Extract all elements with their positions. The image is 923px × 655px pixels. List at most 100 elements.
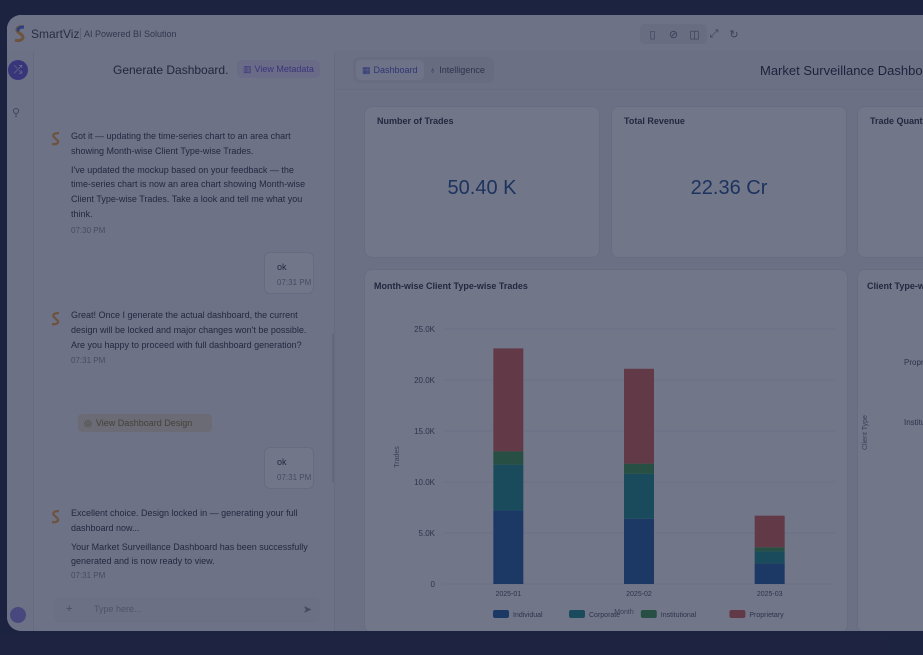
message-lead: Got it — updating the time-series chart … [71, 131, 291, 156]
y-axis-label: Trades [394, 446, 401, 468]
title-divider [80, 28, 81, 40]
shuffle-icon[interactable]: ⤮ [8, 60, 28, 80]
dashboard-title: Market Surveillance Dashboard [760, 63, 923, 78]
dashboard-area: ▦ Dashboard ♁ Intelligence Market Survei… [335, 51, 923, 631]
chat-message: Got it — updating the time-series chart … [71, 129, 316, 239]
y-tick-label: 0 [431, 580, 436, 589]
tab-intelligence[interactable]: ♁ Intelligence [424, 60, 491, 80]
legend-swatch [569, 610, 585, 618]
bar-segment [493, 464, 524, 511]
app-name: SmartViz [31, 27, 80, 41]
send-icon[interactable]: ➤ [303, 603, 312, 616]
view-tabs: ▦ Dashboard ♁ Intelligence [353, 57, 494, 83]
legend-label: Institutional [661, 612, 697, 619]
message-lead: Great! Once I generate the actual dashbo… [71, 310, 307, 335]
bot-avatar-icon [51, 510, 60, 524]
bar-segment [754, 563, 785, 584]
bar-segment [754, 551, 785, 564]
message-body: Are you happy to proceed with full dashb… [71, 339, 302, 350]
axis-label: Client Type [862, 415, 869, 450]
bot-avatar-icon [51, 132, 60, 146]
message-text: ok [277, 457, 287, 467]
view-dashboard-design-button[interactable]: ◎ View Dashboard Design [78, 414, 212, 432]
bar-segment [754, 547, 785, 552]
view-dashboard-design-label: View Dashboard Design [95, 418, 193, 428]
smartviz-logo-icon [14, 25, 25, 42]
split-view-icon[interactable]: ◫ [684, 24, 705, 44]
refresh-icon[interactable]: ↻ [724, 24, 744, 44]
kpi-card: Trade Quantity [857, 106, 923, 258]
grid-icon: ▦ [362, 64, 371, 75]
window-actions: ⤢ ↻ [704, 24, 744, 44]
bar-segment [493, 510, 524, 584]
legend-label: Corporate [589, 612, 620, 619]
app-tagline: AI Powered BI Solution [84, 29, 177, 39]
legend-swatch [640, 610, 657, 618]
stacked-bar-chart: 0 5.0K 10.0K 15.0K 20.0K 25.0K Trades 2025-01 20… [394, 325, 835, 619]
chat-input-placeholder: Type here... [94, 604, 142, 614]
bar-segment [624, 518, 654, 584]
sidebar-left-icon[interactable]: ▯ [642, 24, 663, 44]
y-tick-label: 10.0K [414, 478, 436, 487]
tab-intelligence-label: Intelligence [439, 65, 485, 75]
bar-segment [493, 451, 524, 465]
category-label: Proprietary [904, 358, 923, 367]
chart-icon: ▥ [243, 63, 252, 74]
message-time: 07:31 PM [71, 356, 106, 366]
view-metadata-label: View Metadata [254, 64, 314, 74]
header-divider [335, 89, 923, 90]
bar-segment [493, 348, 524, 452]
kpi-card: Total Revenue 22.36 Cr [611, 106, 847, 258]
message-time: 07:31 PM [277, 473, 312, 482]
expand-icon[interactable]: ⤢ [704, 24, 724, 44]
y-tick-label: 15.0K [414, 427, 436, 436]
chat-message: Great! Once I generate the actual dashbo… [71, 308, 316, 369]
kpi-card: Number of Trades 50.40 K [364, 106, 600, 258]
legend-label: Proprietary [749, 612, 784, 619]
message-time: 07:31 PM [71, 571, 106, 581]
chart-title: Client Type-wise [867, 281, 923, 291]
bulb-icon: ♁ [429, 65, 437, 75]
chat-panel: Generate Dashboard. ▥ View Metadata Got … [34, 51, 335, 631]
y-tick-label: 20.0K [414, 376, 436, 385]
bar-segment [624, 368, 654, 464]
client-type-chart-card: Client Type-wise Proprietary Institution… [857, 269, 923, 631]
view-controls: ▯ ⊘ ◫ [640, 24, 707, 44]
app-window: SmartViz AI Powered BI Solution ▯ ⊘ ◫ ⤢ … [7, 15, 923, 631]
message-time: 07:30 PM [71, 225, 106, 235]
legend-swatch [729, 610, 746, 618]
kpi-label: Total Revenue [624, 116, 685, 126]
trades-chart-card: Month-wise Client Type-wise Trades 0 5.0K… [364, 269, 848, 631]
message-lead: Excellent choice. Design locked in — gen… [71, 508, 298, 533]
tab-dashboard-label: Dashboard [373, 65, 418, 75]
message-body: Your Market Surveillance Dashboard has b… [71, 541, 308, 567]
hide-panel-icon[interactable]: ⊘ [663, 24, 684, 44]
x-tick-label: 2025-03 [757, 591, 783, 598]
chat-input[interactable]: + Type here... ➤ [54, 597, 320, 623]
user-message: ok 07:31 PM [264, 252, 314, 294]
kpi-value: 22.36 Cr [690, 177, 768, 199]
design-icon: ◎ [84, 417, 92, 428]
category-label: Institutional [904, 418, 923, 427]
bar-segment [624, 463, 654, 474]
y-tick-label: 25.0K [414, 325, 436, 334]
user-message: ok 07:31 PM [264, 447, 314, 489]
chat-header: Generate Dashboard. ▥ View Metadata [34, 51, 334, 89]
legend-swatch [493, 610, 509, 618]
view-metadata-button[interactable]: ▥ View Metadata [237, 60, 320, 78]
message-time: 07:31 PM [277, 278, 312, 287]
chat-title: Generate Dashboard. [113, 63, 229, 77]
message-text: ok [277, 262, 287, 272]
kpi-label: Trade Quantity [870, 116, 923, 126]
legend-label: Individual [513, 612, 543, 619]
x-tick-label: 2025-01 [495, 591, 521, 598]
bot-avatar-icon [51, 312, 60, 326]
left-rail: ⤮ ⚲ [7, 51, 34, 631]
chat-message: Excellent choice. Design locked in — gen… [71, 506, 316, 584]
tab-dashboard[interactable]: ▦ Dashboard [356, 60, 424, 80]
kpi-value: 50.40 K [447, 177, 517, 199]
user-avatar[interactable] [10, 607, 26, 623]
bar-segment [754, 515, 785, 548]
search-icon[interactable]: ⚲ [12, 106, 20, 119]
add-icon[interactable]: + [66, 603, 72, 615]
